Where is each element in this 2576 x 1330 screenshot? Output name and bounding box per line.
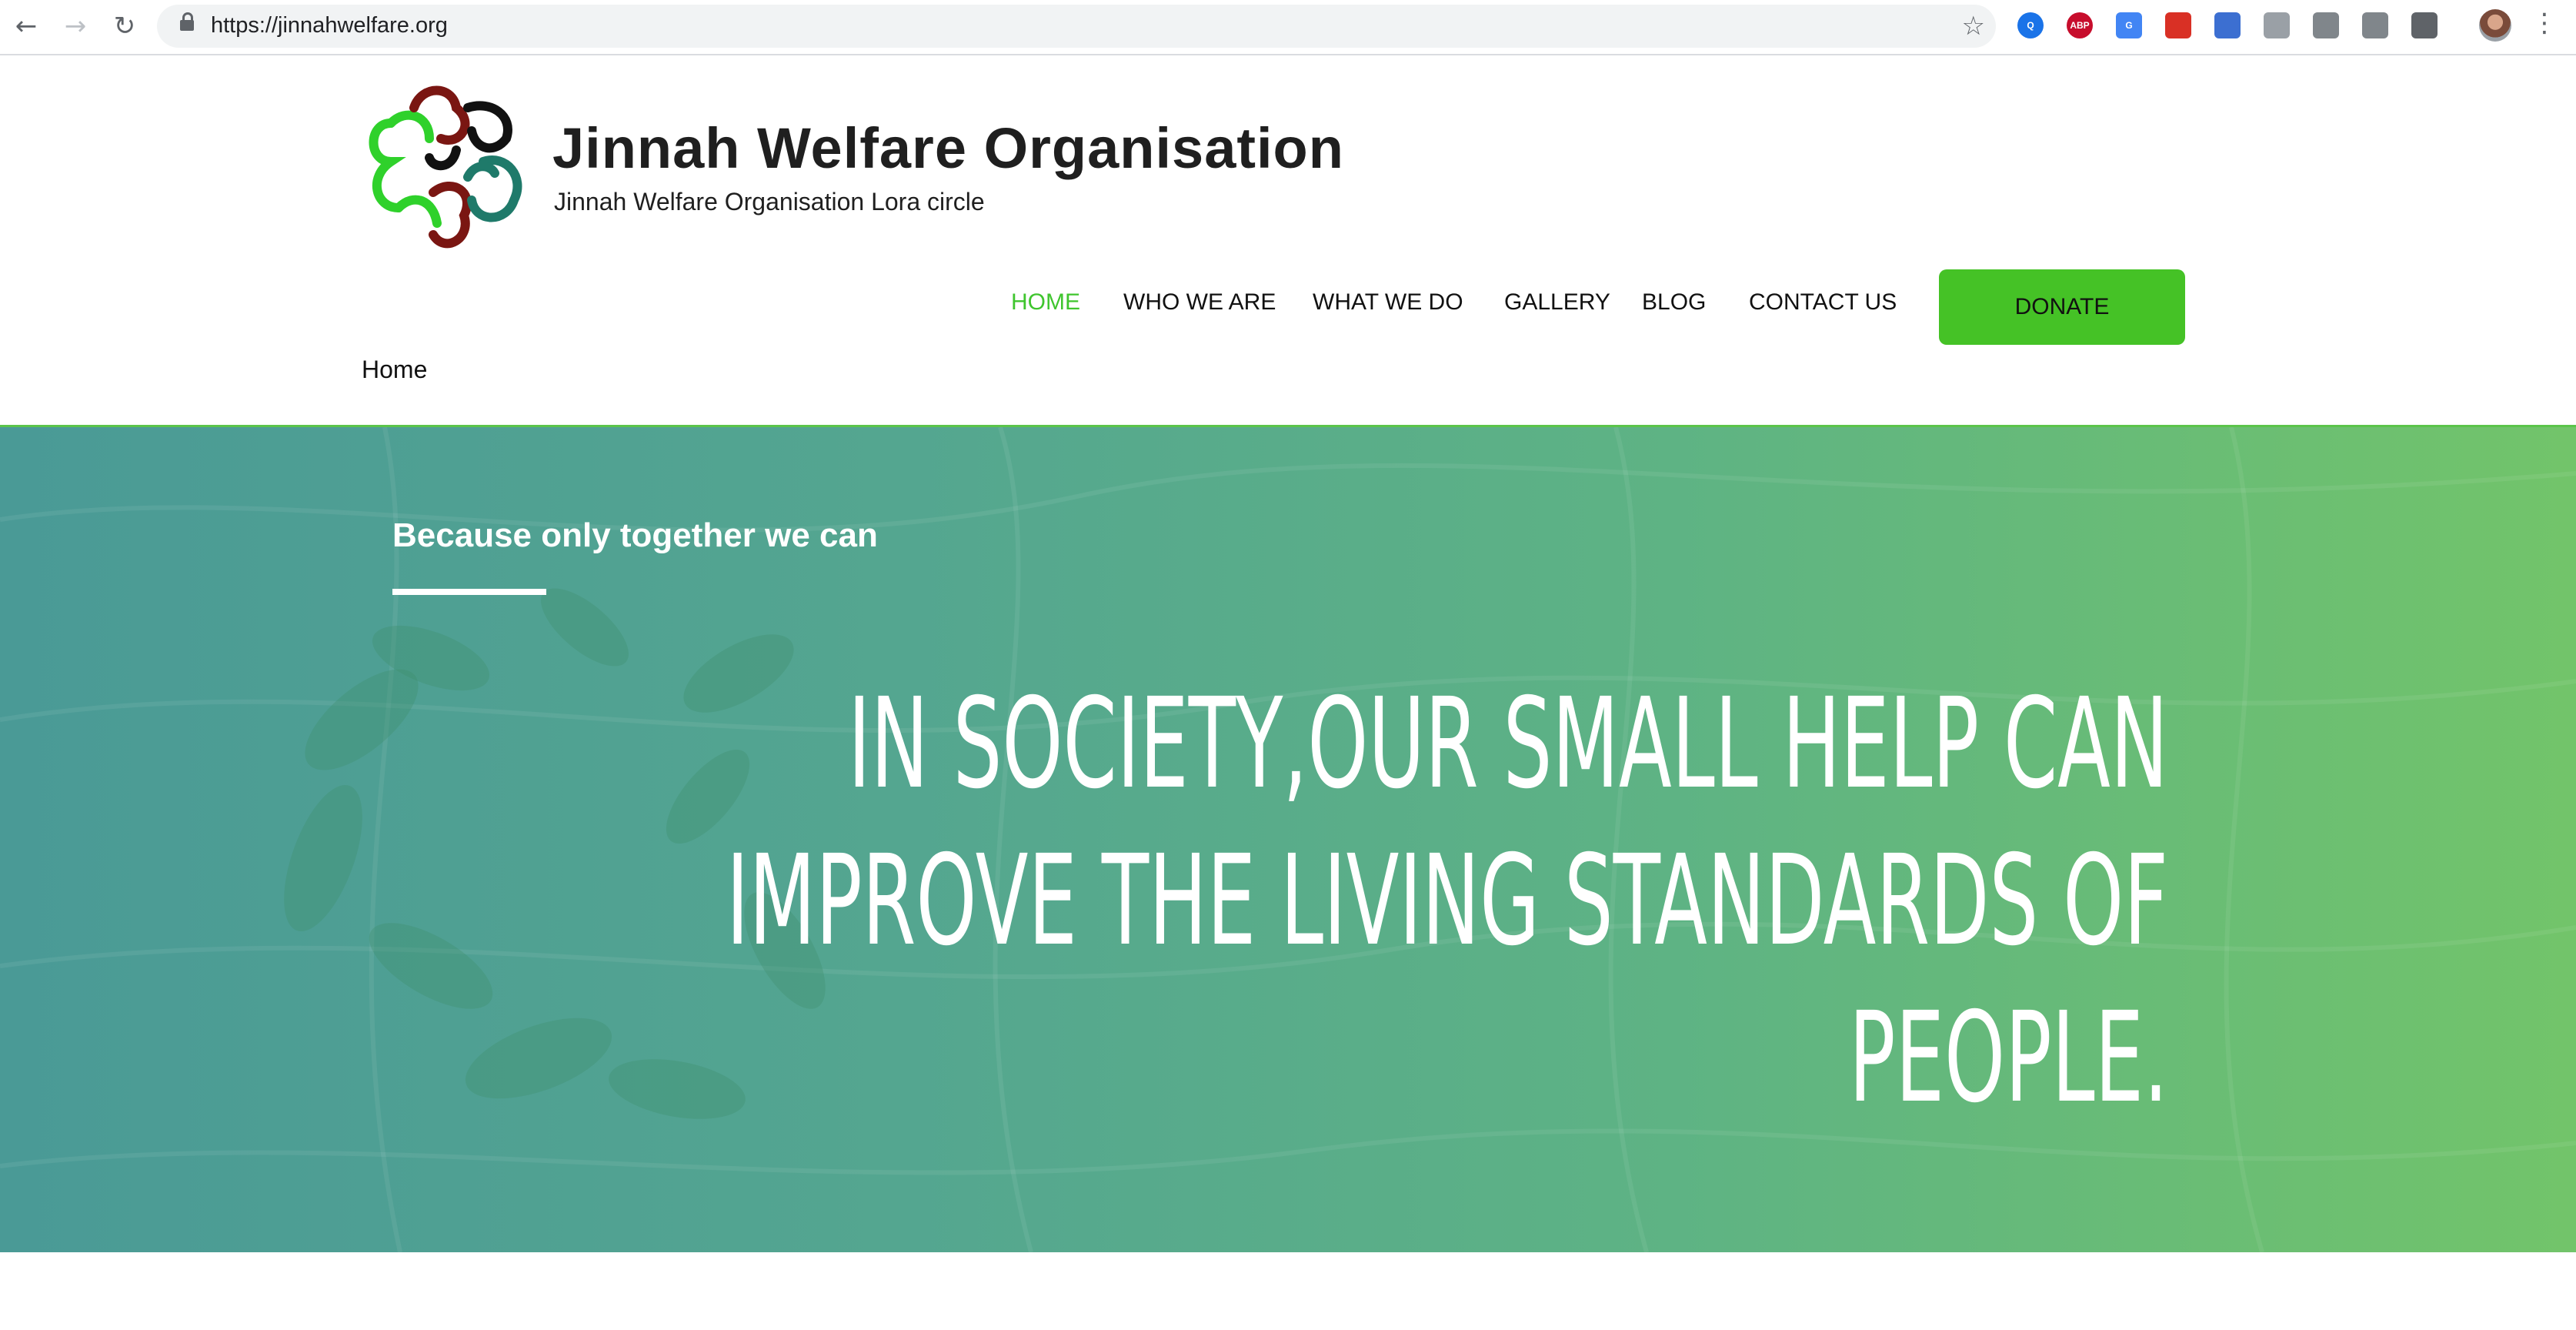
nav-item-contact-us[interactable]: CONTACT US <box>1749 289 1897 316</box>
hero-kicker: Because only together we can <box>392 516 878 554</box>
address-bar[interactable]: https://jinnahwelfare.org ☆ <box>157 5 1996 48</box>
print-icon[interactable] <box>2214 12 2241 38</box>
hero-headline: In society,Our small help can improve th… <box>726 672 2168 1131</box>
site-tagline: Jinnah Welfare Organisation Lora circle <box>554 188 985 216</box>
screen-icon[interactable] <box>2264 12 2290 38</box>
nav-item-blog[interactable]: BLOG <box>1642 289 1706 316</box>
bookmark-extension-icon[interactable] <box>2165 12 2191 38</box>
star-icon[interactable]: ☆ <box>1962 11 1985 42</box>
url-text[interactable]: https://jinnahwelfare.org <box>211 13 448 38</box>
avatar[interactable] <box>2479 9 2511 42</box>
reload-icon: ↻ <box>113 11 136 42</box>
arrow-left-icon: ← <box>15 11 38 42</box>
search-extension-icon[interactable]: Q <box>2017 12 2044 38</box>
nav-item-who-we-are[interactable]: WHO WE ARE <box>1123 289 1276 316</box>
forward-button[interactable]: → <box>55 6 95 46</box>
nav-item-home[interactable]: HOME <box>1011 289 1080 316</box>
site-title[interactable]: Jinnah Welfare Organisation <box>552 115 1344 181</box>
back-button[interactable]: ← <box>6 6 46 46</box>
nav-item-gallery[interactable]: GALLERY <box>1504 289 1610 316</box>
breadcrumb: Home <box>362 356 428 383</box>
translate-icon[interactable]: G <box>2116 12 2142 38</box>
nav-item-what-we-do[interactable]: WHAT WE DO <box>1313 289 1463 316</box>
drive-icon[interactable] <box>2313 12 2339 38</box>
adblock-plus-icon[interactable]: ABP <box>2067 12 2093 38</box>
divider <box>392 589 546 595</box>
browser-toolbar: ← → ↻ https://jinnahwelfare.org ☆ Q ABP G … <box>0 0 2576 55</box>
donate-button[interactable]: DONATE <box>1939 269 2185 345</box>
logo-icon[interactable] <box>360 77 531 262</box>
menu-kebab-icon[interactable]: ⋮ <box>2531 8 2558 38</box>
lock-icon <box>180 12 194 31</box>
move-icon[interactable] <box>2411 12 2438 38</box>
reload-button[interactable]: ↻ <box>105 6 145 46</box>
text-extension-icon[interactable] <box>2362 12 2388 38</box>
hero-banner: Because only together we can In society,… <box>0 425 2576 1252</box>
arrow-right-icon: → <box>64 11 87 42</box>
